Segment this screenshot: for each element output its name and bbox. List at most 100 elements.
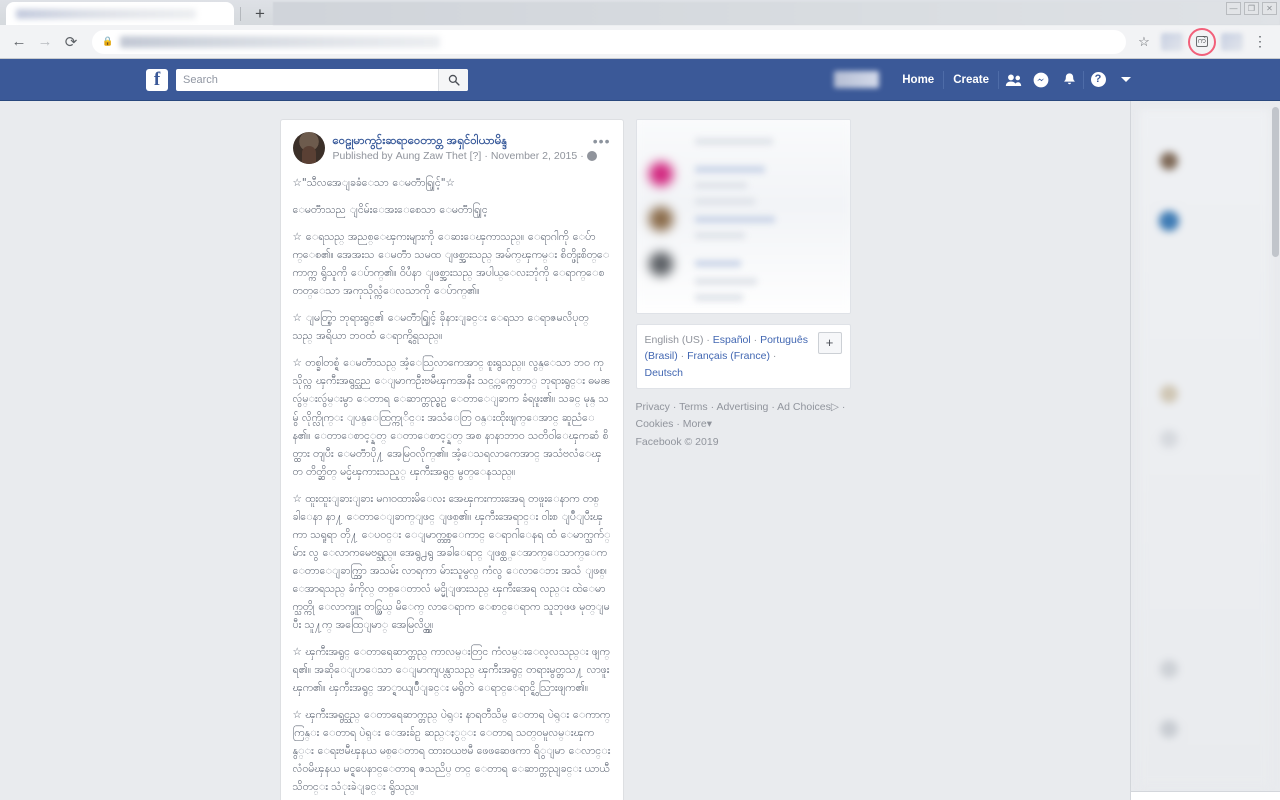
bell-glyph (1063, 73, 1075, 85)
published-marker: [?] (469, 149, 482, 162)
language-separator: · (706, 334, 710, 346)
right-sidebar-column: English (US) · Español · Português (Bras… (635, 119, 851, 800)
nav-create-link[interactable]: Create (944, 74, 998, 86)
footer-links: Privacy · Terms · Advertising · Ad Choic… (636, 399, 851, 451)
extension-icon-redacted-2[interactable] (1221, 32, 1243, 51)
footer-separator: · (710, 400, 715, 413)
avatar[interactable] (292, 132, 325, 164)
facebook-logo[interactable]: f (146, 68, 168, 91)
new-tab-button[interactable]: + (247, 3, 273, 23)
language-option-de[interactable]: Deutsch (645, 367, 684, 379)
bookmark-star-icon[interactable]: ☆ (1132, 30, 1156, 54)
post-paragraph: ☆ ျမတ္စြာ ဘုရားရွင္၏ ေမတၱာရျြင့် ခိုနားျ… (292, 312, 589, 343)
tab-title-redacted (16, 8, 196, 19)
facebook-header-inner: f Home Create (140, 59, 1140, 100)
footer-link-cookies[interactable]: Cookies (636, 418, 674, 430)
language-selector-card: English (US) · Español · Português (Bras… (635, 324, 851, 389)
friend-requests-icon[interactable] (999, 67, 1027, 93)
facebook-search[interactable] (176, 68, 468, 91)
language-option-fr[interactable]: Français (France) (687, 350, 770, 362)
more-caret-icon: ▾ (706, 417, 712, 430)
tab-divider (240, 7, 241, 21)
footer-separator: · (672, 400, 677, 413)
chat-contacts-redacted[interactable] (1139, 109, 1270, 785)
chat-caret-icon[interactable]: ▾ (1259, 796, 1276, 800)
post-header: ဝေဠုမာကွဉ်းဆရာဝေတာဝ္တ အရှင်ဝါယာမိန္ဒ Pub… (292, 132, 611, 164)
address-bar[interactable]: 🔒 (92, 29, 1126, 54)
publisher-name[interactable]: Aung Zaw Thet (396, 150, 467, 162)
post-body-text: ☆"သီလအေျခခံေသာ ေမတၱာရျြင့်"☆ ေမတၱာသည ျငိ… (293, 174, 611, 800)
reload-icon[interactable]: ⟳ (58, 29, 84, 55)
published-prefix: Published by (332, 149, 393, 162)
contacts-icon[interactable] (1240, 796, 1257, 800)
post-header-text: ဝေဠုမာကွဉ်းဆရာဝေတာဝ္တ အရှင်ဝါယာမိန္ဒ Pub… (333, 132, 597, 162)
language-current: English (US) (644, 334, 704, 346)
window-close-button[interactable]: ✕ (1262, 2, 1277, 15)
post-options-icon[interactable]: ••• (593, 134, 611, 148)
post-paragraph: ေမတၱာသည ျငိမ်းေအးေစေသာ ေမတၱာရျြင့ (292, 204, 488, 217)
footer-link-terms[interactable]: Terms (679, 401, 708, 413)
chat-sidebar: Search ⚙ ▾ (1130, 101, 1280, 800)
chat-sidebar-scrollbar[interactable] (1272, 107, 1279, 257)
window-minimize-button[interactable]: — (1226, 2, 1241, 15)
lock-icon: 🔒 (102, 36, 114, 46)
browser-chrome: + — ❐ ✕ ← → ⟳ 🔒 ☆ ကဲ ⋮ (0, 0, 1280, 59)
extension-icon-redacted-1[interactable] (1161, 32, 1183, 51)
copyright-text: Facebook © 2019 (635, 436, 719, 449)
messenger-icon[interactable] (1027, 67, 1055, 93)
language-separator: · (680, 350, 685, 363)
language-list: English (US) · Español · Português (Bras… (645, 332, 818, 381)
account-dropdown-icon[interactable] (1112, 67, 1140, 93)
compose-icon[interactable] (1221, 796, 1238, 800)
profile-name-redacted[interactable] (834, 71, 880, 88)
forward-icon[interactable]: → (32, 29, 58, 55)
search-input[interactable] (176, 68, 438, 91)
footer-link-more[interactable]: More (683, 418, 707, 430)
click-highlight-ring (1188, 27, 1216, 56)
search-icon[interactable] (438, 68, 468, 91)
footer-separator: · (676, 417, 680, 430)
post-paragraph: ☆ ၾကီးအရွင္ ေတာရေဆာက္တည္ ကာလမ္းတြင ကံလမ္… (292, 646, 610, 695)
notifications-bell-icon[interactable] (1055, 67, 1083, 93)
back-icon[interactable]: ← (6, 29, 32, 55)
promo-placeholder-lines (637, 120, 850, 313)
browser-tabstrip: + — ❐ ✕ (0, 0, 1280, 25)
meta-dot: · (580, 149, 584, 162)
window-controls: — ❐ ✕ (1226, 2, 1277, 15)
footer-link-ad-choices[interactable]: Ad Choices (777, 401, 831, 413)
add-language-button[interactable]: + (817, 332, 842, 354)
extension-icon-highlighted[interactable]: ကဲ (1188, 27, 1216, 56)
language-separator: · (772, 350, 777, 363)
facebook-header-bar: f Home Create (0, 59, 1280, 101)
post-metadata: Published by Aung Zaw Thet [?] · Novembe… (333, 150, 597, 162)
url-text-redacted (120, 35, 441, 48)
globe-icon[interactable] (586, 150, 597, 161)
page-body: ဝေဠုမာကွဉ်းဆရာဝေတာဝ္တ အရှင်ဝါယာမိန္ဒ Pub… (0, 101, 1280, 800)
post-author-name[interactable]: ဝေဠုမာကွဉ်းဆရာဝေတာဝ္တ အရှင်ဝါယာမိန္ဒ (333, 133, 597, 148)
toolbar-right-icons: ☆ ကဲ ⋮ (1132, 27, 1274, 56)
footer-separator: · (771, 400, 775, 413)
post-paragraph: ☆ တစ္ခါတစ္ရံ ေမတၱာသည္ အံ့ေသြလာကေအာင္ စူး… (292, 357, 611, 478)
footer-link-advertising[interactable]: Advertising (716, 401, 768, 413)
nav-home-link[interactable]: Home (893, 74, 943, 86)
chevron-down-icon (1121, 77, 1131, 82)
language-option-es[interactable]: Español (713, 334, 751, 346)
post-paragraph: ☆"သီလအေျခခံေသာ ေမတၱာရျြင့်"☆ (292, 177, 455, 189)
facebook-nav: Home Create ? (834, 67, 1140, 93)
promo-card-redacted[interactable] (635, 119, 851, 314)
browser-toolbar: ← → ⟳ 🔒 ☆ ကဲ ⋮ (0, 25, 1280, 59)
ad-choices-icon: ▷ (830, 400, 839, 413)
help-glyph: ? (1090, 72, 1106, 87)
post-paragraph: ☆ ေရသည္ အညစ္ေၾကးများကို ေဆးေၾကာသည္။ ေရာဂ… (292, 231, 610, 298)
post-card: ဝေဠုမာကွဉ်းဆရာဝေတာဝ္တ အရှင်ဝါယာမိန္ဒ Pub… (279, 119, 624, 800)
help-icon[interactable]: ? (1084, 67, 1112, 93)
browser-tab-active[interactable] (6, 2, 234, 25)
meta-dot: · (484, 149, 488, 162)
chrome-menu-icon[interactable]: ⋮ (1248, 30, 1272, 54)
post-date[interactable]: November 2, 2015 (491, 150, 577, 162)
gear-icon[interactable]: ⚙ (1202, 796, 1219, 800)
footer-link-privacy[interactable]: Privacy (636, 401, 670, 413)
window-maximize-button[interactable]: ❐ (1244, 2, 1259, 15)
post-paragraph: ☆ ၾကီးအရွင္သည္ ေတာရေဆာက္တည္ ပဲရ္း နာရတီသ… (292, 709, 611, 794)
messenger-glyph (1033, 72, 1049, 87)
